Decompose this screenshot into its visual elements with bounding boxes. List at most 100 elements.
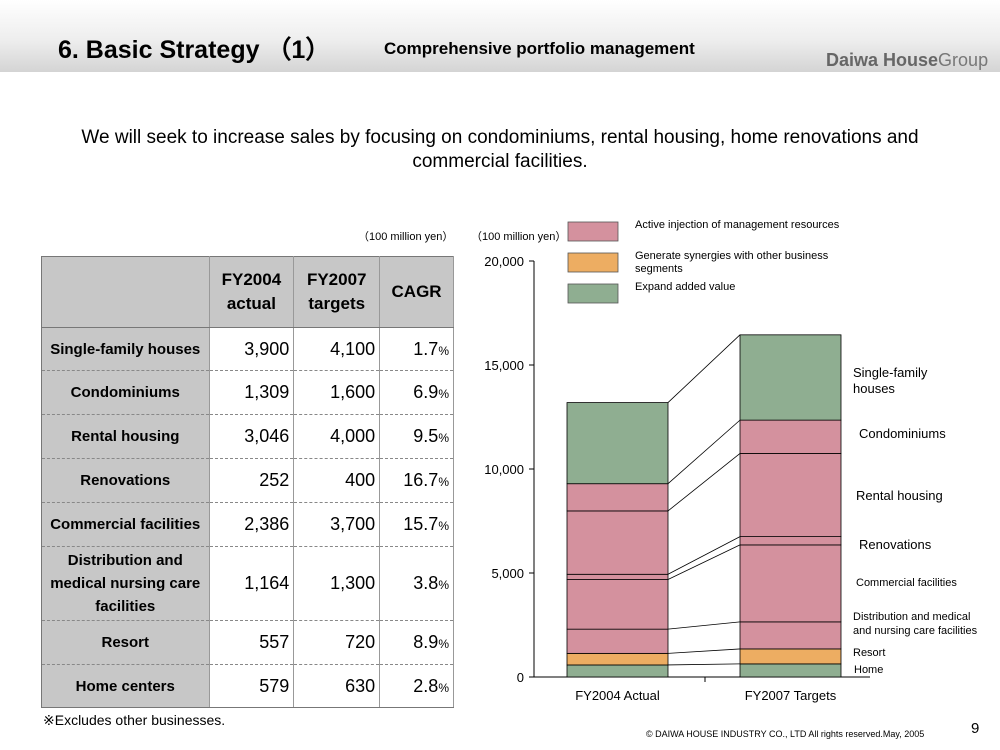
- series-label: Condominiums: [859, 426, 946, 441]
- cell-fy2004: 557: [209, 620, 295, 665]
- cell-fy2007: 4,000: [293, 414, 381, 459]
- bar-segment: [739, 648, 842, 665]
- cell-fy2004: 3,900: [209, 327, 295, 371]
- connector-line: [667, 453, 741, 512]
- cell-cagr: 2.8%: [379, 664, 454, 708]
- row-label: Condominiums: [41, 370, 210, 415]
- connector-line: [667, 663, 741, 666]
- cell-fy2007: 3,700: [293, 502, 381, 547]
- copyright-text: © DAIWA HOUSE INDUSTRY CO., LTD All righ…: [646, 729, 925, 739]
- bar-segment: [739, 544, 842, 623]
- sales-table: FY2004 actual FY2007 targets CAGR Single-f…: [41, 256, 454, 708]
- bar-segment: [739, 334, 842, 421]
- header-fy2004: FY2004 actual: [209, 256, 295, 328]
- connector-line: [667, 536, 741, 575]
- legend-swatch: [567, 252, 619, 273]
- cell-cagr: 9.5%: [379, 414, 454, 459]
- connector-line: [667, 334, 741, 403]
- cell-cagr: 8.9%: [379, 620, 454, 665]
- series-label: Resort: [853, 647, 885, 659]
- cell-fy2007: 1,600: [293, 370, 381, 415]
- bar-segment: [566, 652, 669, 666]
- table-row: Distribution and medical nursing care fa…: [41, 546, 454, 621]
- connector-line: [667, 544, 741, 580]
- slide-title: 6. Basic Strategy （1）: [58, 36, 331, 64]
- connector-line: [667, 648, 741, 654]
- bar-segment: [566, 483, 669, 512]
- row-label: Distribution and medical nursing care fa…: [41, 546, 210, 621]
- bar-segment: [739, 536, 842, 546]
- bar-segment: [739, 663, 842, 678]
- cell-fy2004: 3,046: [209, 414, 295, 459]
- legend-swatch: [567, 221, 619, 242]
- series-label: Single-family: [853, 365, 928, 380]
- bar-segment: [739, 621, 842, 650]
- cell-fy2004: 1,309: [209, 370, 295, 415]
- y-tick-label: 10,000: [484, 462, 524, 477]
- y-tick-label: 15,000: [484, 358, 524, 373]
- legend-label: Active injection of management resources: [635, 219, 840, 231]
- cell-fy2007: 630: [293, 664, 381, 708]
- cell-cagr: 6.9%: [379, 370, 454, 415]
- cell-cagr: 1.7%: [379, 327, 454, 371]
- legend-label: segments: [635, 263, 683, 275]
- stacked-bar-chart: 0 5,000 10,000 15,000 20,000 FY2004 Actual FY2…: [484, 219, 978, 703]
- series-label: Home: [854, 664, 883, 676]
- series-label: houses: [853, 381, 895, 396]
- table-row: Single-family houses 3,900 4,100 1.7%: [41, 327, 454, 371]
- footnote: ※Excludes other businesses.: [43, 712, 226, 728]
- company-logo: Daiwa HouseGroup: [826, 50, 988, 71]
- connector-line: [667, 621, 741, 630]
- y-tick-label: 0: [517, 670, 524, 685]
- header-blank-cell: [41, 256, 210, 328]
- slide-subtitle: Comprehensive portfolio management: [384, 39, 695, 58]
- bar-segment: [566, 402, 669, 485]
- bar-segment: [566, 664, 669, 678]
- header-fy2007: FY2007 targets: [293, 256, 381, 328]
- cell-fy2007: 400: [293, 458, 381, 503]
- cell-fy2004: 1,164: [209, 546, 295, 621]
- cell-fy2004: 579: [209, 664, 295, 708]
- legend-swatch: [567, 283, 619, 304]
- cell-cagr: 16.7%: [379, 458, 454, 503]
- series-label: Commercial facilities: [856, 577, 957, 589]
- table-row: Commercial facilities 2,386 3,700 15.7%: [41, 502, 454, 547]
- row-label: Rental housing: [41, 414, 210, 459]
- x-category-label: FY2007 Targets: [745, 688, 837, 703]
- series-label: Rental housing: [856, 488, 943, 503]
- legend-label: Generate synergies with other business: [635, 250, 829, 262]
- bar-segment: [566, 628, 669, 654]
- x-category-label: FY2004 Actual: [575, 688, 660, 703]
- cell-fy2004: 2,386: [209, 502, 295, 547]
- table-header-row: FY2004 actual FY2007 targets CAGR: [41, 256, 454, 328]
- row-label: Single-family houses: [41, 327, 210, 371]
- bar-segment: [566, 579, 669, 630]
- table-row: Home centers 579 630 2.8%: [41, 664, 454, 708]
- table-unit-label: （100 million yen）: [358, 231, 454, 243]
- cell-fy2007: 4,100: [293, 327, 381, 371]
- series-label: and nursing care facilities: [853, 625, 978, 637]
- page-number: 9: [971, 720, 980, 737]
- table-row: Resort 557 720 8.9%: [41, 620, 454, 665]
- cell-cagr: 15.7%: [379, 502, 454, 547]
- row-label: Resort: [41, 620, 210, 665]
- cell-fy2004: 252: [209, 458, 295, 503]
- logo-bold-text: Daiwa House: [826, 50, 939, 70]
- table-row: Condominiums 1,309 1,600 6.9%: [41, 370, 454, 415]
- connector-line: [667, 419, 741, 485]
- lead-text: We will seek to increase sales by focusi…: [81, 127, 919, 172]
- cell-cagr: 3.8%: [379, 546, 454, 621]
- logo-rest-text: Group: [938, 50, 989, 70]
- header-cagr: CAGR: [379, 256, 454, 328]
- bar-segment: [566, 510, 669, 575]
- y-tick-label: 5,000: [491, 566, 524, 581]
- bar-segment: [739, 419, 842, 454]
- cell-fy2007: 1,300: [293, 546, 381, 621]
- y-tick-label: 20,000: [484, 254, 524, 269]
- cell-fy2007: 720: [293, 620, 381, 665]
- series-label: Renovations: [859, 537, 932, 552]
- bar-segment: [739, 452, 842, 537]
- table-row: Rental housing 3,046 4,000 9.5%: [41, 414, 454, 459]
- row-label: Home centers: [41, 664, 210, 708]
- table-row: Renovations 252 400 16.7%: [41, 458, 454, 503]
